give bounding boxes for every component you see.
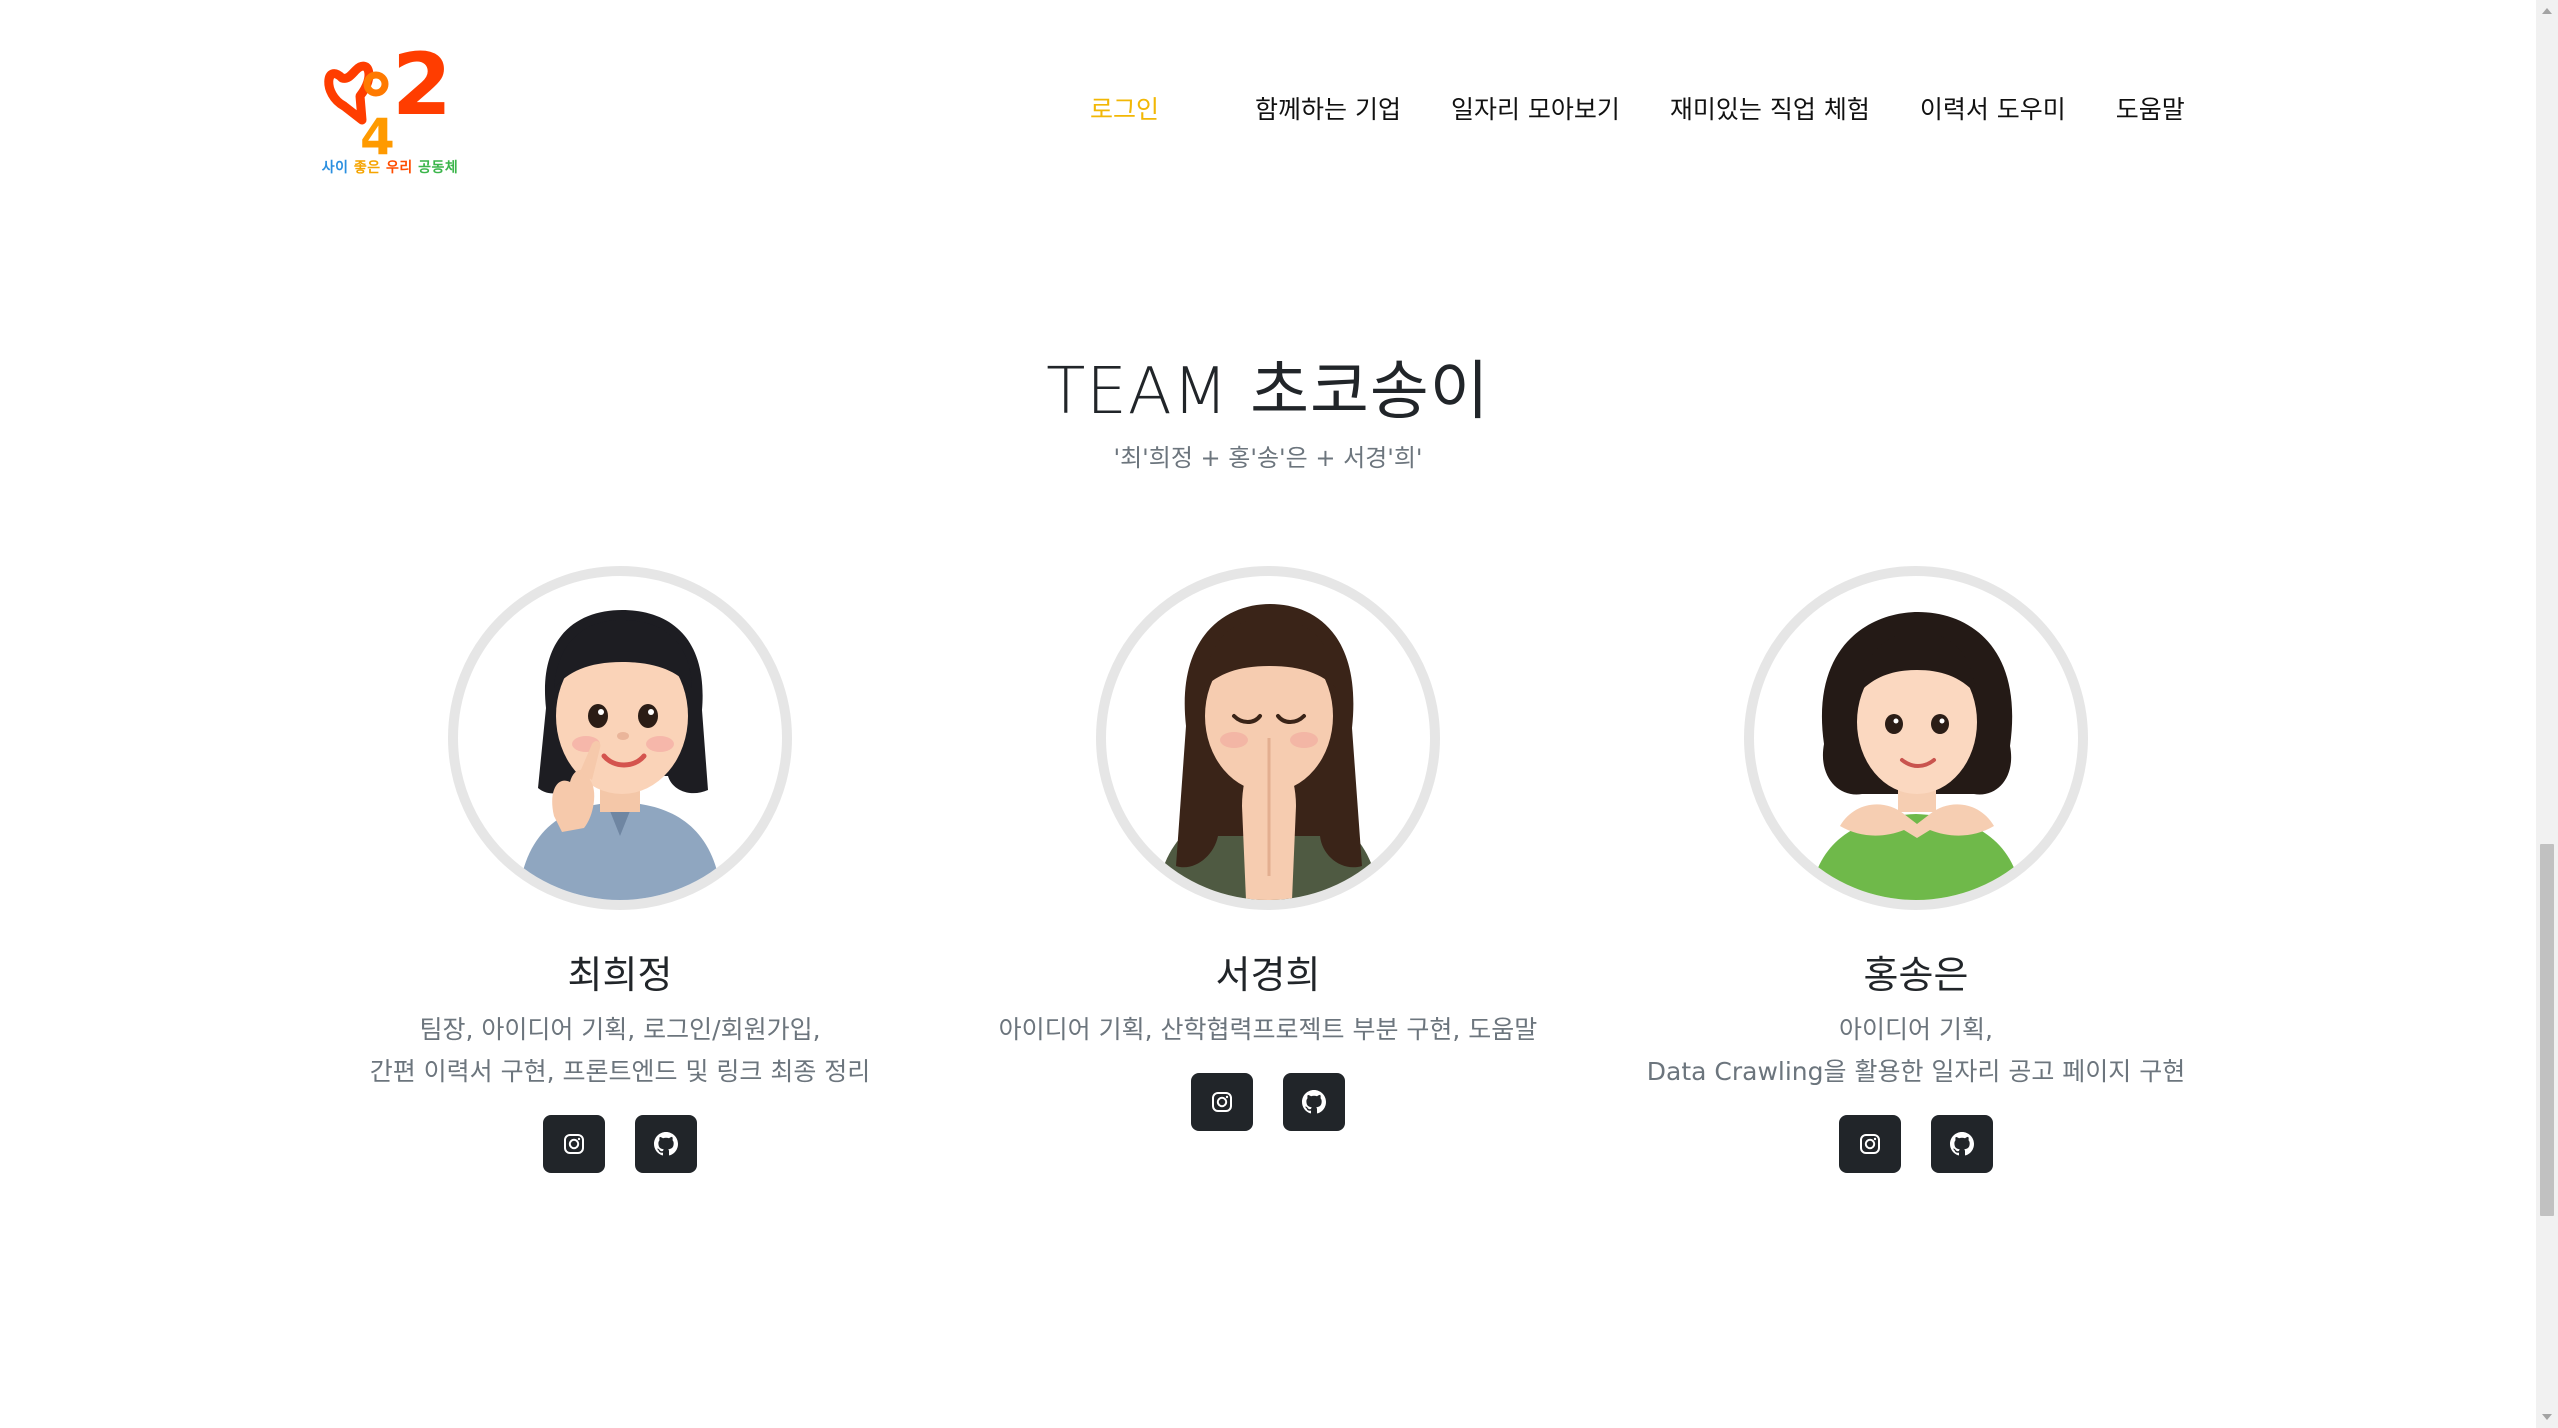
member-role-line: 간편 이력서 구현, 프론트엔드 및 링크 최종 정리: [369, 1057, 871, 1086]
team-section-title: TEAM 초코송이: [1046, 355, 1490, 429]
team-member-card: 서경희 아이디어 기획, 산학협력프로젝트 부분 구현, 도움말: [948, 566, 1588, 1131]
main-nav: 로그인 함께하는 기업 일자리 모아보기 재미있는 직업 체험 이력서 도우미 …: [1090, 88, 2185, 128]
team-member-card: 최희정 팀장, 아이디어 기획, 로그인/회원가입, 간편 이력서 구현, 프론…: [300, 566, 940, 1173]
nav-item-job-listings[interactable]: 일자리 모아보기: [1451, 90, 1620, 126]
member-role: 팀장, 아이디어 기획, 로그인/회원가입, 간편 이력서 구현, 프론트엔드 …: [300, 1009, 940, 1093]
nav-item-partner-companies[interactable]: 함께하는 기업: [1255, 90, 1401, 126]
github-icon: [1950, 1132, 1974, 1156]
member-avatar: [1744, 566, 2088, 910]
memoji-finger-heart-icon: [518, 610, 722, 900]
logo-caption-part: 좋은: [353, 160, 381, 176]
team-section-subtitle: '최'희정 + 홍'송'은 + 서경'희': [1113, 444, 1423, 472]
scrollbar-thumb[interactable]: [2540, 844, 2554, 1216]
member-social-links: [300, 1115, 940, 1173]
github-icon: [654, 1132, 678, 1156]
scroll-down-icon[interactable]: [2542, 1414, 2552, 1420]
instagram-icon: [1212, 1092, 1232, 1112]
member-social-links: [948, 1073, 1588, 1131]
instagram-icon: [1860, 1134, 1880, 1154]
github-button[interactable]: [1931, 1115, 1993, 1173]
scroll-up-icon[interactable]: [2542, 8, 2552, 14]
nav-item-job-experience[interactable]: 재미있는 직업 체험: [1670, 90, 1870, 126]
member-role: 아이디어 기획, Data Crawling을 활용한 일자리 공고 페이지 구…: [1596, 1009, 2236, 1093]
member-name: 최희정: [567, 953, 673, 997]
logo-mark-text: 2: [392, 36, 452, 135]
logo-mark-icon: 2 4: [324, 36, 452, 156]
nav-item-login[interactable]: 로그인: [1090, 90, 1159, 126]
member-social-links: [1596, 1115, 2236, 1173]
member-name: 서경희: [1215, 953, 1321, 997]
memoji-chin-rest-icon: [1810, 612, 2022, 900]
member-avatar: [1096, 566, 1440, 910]
instagram-icon: [564, 1134, 584, 1154]
member-role-line: 아이디어 기획,: [1839, 1015, 1993, 1044]
nav-item-resume-helper[interactable]: 이력서 도우미: [1920, 90, 2066, 126]
instagram-button[interactable]: [543, 1115, 605, 1173]
github-button[interactable]: [1283, 1073, 1345, 1131]
page: 2 4 사이 좋은 우리 공동체 로그인 함께하는 기업 일자리 모아보기 재미…: [0, 0, 2558, 1428]
memoji-praying-hands-icon: [1156, 604, 1380, 900]
logo-caption-part: 사이: [321, 160, 349, 176]
member-name: 홍송은: [1863, 953, 1969, 997]
team-member-card: 홍송은 아이디어 기획, Data Crawling을 활용한 일자리 공고 페…: [1596, 566, 2236, 1173]
vertical-scrollbar[interactable]: [2536, 0, 2558, 1428]
site-logo[interactable]: 2 4 사이 좋은 우리 공동체: [316, 36, 464, 186]
member-role: 아이디어 기획, 산학협력프로젝트 부분 구현, 도움말: [948, 1009, 1588, 1051]
logo-caption-part: 우리: [386, 160, 413, 176]
logo-caption-part: 공동체: [418, 160, 459, 176]
logo-caption: 사이 좋은 우리 공동체: [316, 157, 464, 177]
member-role-line: 아이디어 기획, 산학협력프로젝트 부분 구현, 도움말: [998, 1015, 1538, 1044]
instagram-button[interactable]: [1839, 1115, 1901, 1173]
member-role-line: 팀장, 아이디어 기획, 로그인/회원가입,: [419, 1015, 821, 1044]
github-button[interactable]: [635, 1115, 697, 1173]
github-icon: [1302, 1090, 1326, 1114]
member-avatar: [448, 566, 792, 910]
instagram-button[interactable]: [1191, 1073, 1253, 1131]
logo-mark-subtext: 4: [360, 108, 395, 156]
member-role-line: Data Crawling을 활용한 일자리 공고 페이지 구현: [1646, 1057, 2186, 1086]
nav-item-help[interactable]: 도움말: [2116, 90, 2185, 126]
